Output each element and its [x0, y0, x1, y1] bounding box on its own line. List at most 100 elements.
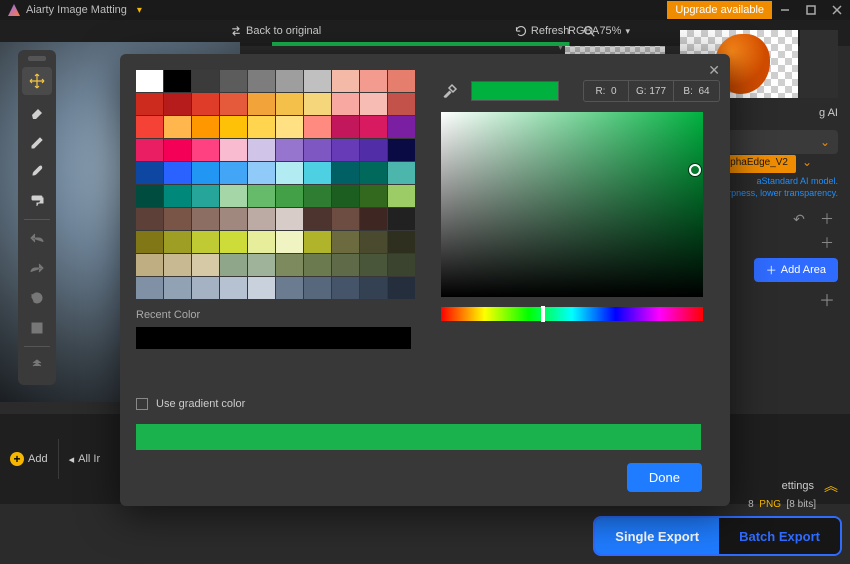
- color-swatch[interactable]: [304, 277, 331, 299]
- color-swatch[interactable]: [164, 185, 191, 207]
- color-swatch[interactable]: [248, 254, 275, 276]
- color-swatch[interactable]: [304, 231, 331, 253]
- color-swatch[interactable]: [332, 93, 359, 115]
- eyedropper-icon[interactable]: [441, 82, 459, 100]
- color-swatch[interactable]: [248, 208, 275, 230]
- color-swatch[interactable]: [192, 185, 219, 207]
- color-swatch[interactable]: [220, 231, 247, 253]
- color-swatch[interactable]: [136, 277, 163, 299]
- color-swatch[interactable]: [388, 139, 415, 161]
- color-swatch[interactable]: [332, 208, 359, 230]
- color-swatch[interactable]: [136, 231, 163, 253]
- hue-slider[interactable]: [441, 307, 703, 321]
- color-swatch[interactable]: [220, 185, 247, 207]
- color-swatch[interactable]: [276, 231, 303, 253]
- color-swatch[interactable]: [332, 162, 359, 184]
- color-swatch[interactable]: [388, 208, 415, 230]
- eraser-tool[interactable]: [22, 97, 52, 125]
- gradient-toggle[interactable]: Use gradient color: [136, 398, 245, 410]
- select-all-button[interactable]: ◂All Ir: [69, 453, 101, 466]
- redo-button[interactable]: [22, 254, 52, 282]
- color-swatch[interactable]: [332, 116, 359, 138]
- color-swatch[interactable]: [164, 231, 191, 253]
- color-swatch[interactable]: [360, 116, 387, 138]
- color-swatch[interactable]: [304, 93, 331, 115]
- b-input[interactable]: B: 64: [674, 81, 719, 101]
- color-swatch[interactable]: [248, 139, 275, 161]
- r-input[interactable]: R: 0: [584, 81, 629, 101]
- g-input[interactable]: G: 177: [629, 81, 674, 101]
- add-image-button[interactable]: +Add: [10, 452, 48, 466]
- color-swatch[interactable]: [192, 93, 219, 115]
- color-swatch[interactable]: [192, 162, 219, 184]
- color-swatch[interactable]: [304, 116, 331, 138]
- color-swatch[interactable]: [220, 162, 247, 184]
- reset-button[interactable]: [22, 284, 52, 312]
- saturation-value-field[interactable]: [441, 112, 703, 297]
- color-swatch[interactable]: [248, 93, 275, 115]
- color-swatch[interactable]: [388, 254, 415, 276]
- color-swatch[interactable]: [248, 231, 275, 253]
- row-add-icon[interactable]: ＋: [816, 208, 838, 230]
- color-swatch[interactable]: [164, 116, 191, 138]
- color-swatch[interactable]: [276, 162, 303, 184]
- color-swatch[interactable]: [220, 277, 247, 299]
- color-swatch[interactable]: [192, 231, 219, 253]
- recent-color-swatch[interactable]: [136, 327, 411, 349]
- add-area-button[interactable]: ＋Add Area: [754, 258, 838, 282]
- color-swatch[interactable]: [360, 93, 387, 115]
- color-swatch[interactable]: [164, 139, 191, 161]
- color-swatch[interactable]: [388, 116, 415, 138]
- color-swatch[interactable]: [332, 139, 359, 161]
- batch-export-button[interactable]: Batch Export: [719, 518, 840, 554]
- color-swatch[interactable]: [388, 93, 415, 115]
- color-swatch[interactable]: [332, 231, 359, 253]
- color-swatch[interactable]: [360, 254, 387, 276]
- color-swatch[interactable]: [360, 208, 387, 230]
- color-swatch[interactable]: [136, 70, 163, 92]
- undo-button[interactable]: [22, 224, 52, 252]
- color-swatch[interactable]: [136, 254, 163, 276]
- color-swatch[interactable]: [332, 185, 359, 207]
- row-add-icon-2[interactable]: ＋: [816, 232, 838, 254]
- color-swatch[interactable]: [192, 139, 219, 161]
- color-swatch[interactable]: [304, 70, 331, 92]
- color-swatch[interactable]: [248, 185, 275, 207]
- color-swatch[interactable]: [136, 116, 163, 138]
- crop-tool[interactable]: [22, 314, 52, 342]
- color-swatch[interactable]: [136, 185, 163, 207]
- color-swatch[interactable]: [332, 70, 359, 92]
- color-swatch[interactable]: [360, 162, 387, 184]
- color-swatch[interactable]: [388, 162, 415, 184]
- color-swatch[interactable]: [136, 162, 163, 184]
- color-swatch[interactable]: [304, 162, 331, 184]
- color-swatch[interactable]: [276, 93, 303, 115]
- row-add-icon-3[interactable]: ＋: [816, 288, 838, 310]
- color-swatch[interactable]: [276, 139, 303, 161]
- color-swatch[interactable]: [136, 139, 163, 161]
- color-swatch[interactable]: [360, 139, 387, 161]
- color-swatch[interactable]: [304, 139, 331, 161]
- color-swatch[interactable]: [276, 254, 303, 276]
- roller-tool[interactable]: [22, 187, 52, 215]
- color-swatch[interactable]: [304, 254, 331, 276]
- pen-tool[interactable]: [22, 127, 52, 155]
- sv-cursor[interactable]: [689, 164, 701, 176]
- color-swatch[interactable]: [276, 70, 303, 92]
- color-swatch[interactable]: [164, 208, 191, 230]
- color-swatch[interactable]: [248, 70, 275, 92]
- color-swatch[interactable]: [276, 116, 303, 138]
- refresh-button[interactable]: Refresh: [515, 25, 570, 37]
- back-to-original-button[interactable]: Back to original: [230, 25, 321, 37]
- color-swatch[interactable]: [276, 185, 303, 207]
- color-swatch[interactable]: [388, 185, 415, 207]
- collapse-tool[interactable]: [22, 351, 52, 379]
- color-swatch[interactable]: [248, 116, 275, 138]
- move-tool[interactable]: [22, 67, 52, 95]
- checkbox-icon[interactable]: [136, 398, 148, 410]
- close-button[interactable]: [824, 0, 850, 20]
- settings-collapse-icon[interactable]: ︽: [824, 476, 838, 496]
- upgrade-button[interactable]: Upgrade available: [667, 1, 772, 19]
- color-swatch[interactable]: [192, 277, 219, 299]
- color-swatch[interactable]: [220, 254, 247, 276]
